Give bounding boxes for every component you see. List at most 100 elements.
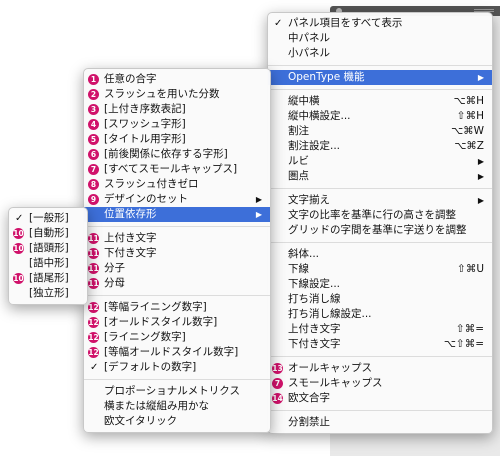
menu-item-default-figures[interactable]: ✓ [デフォルトの数字]	[84, 360, 270, 375]
menu-item-contextual[interactable]: 6 [前後関係に依存する字形]	[84, 147, 270, 162]
check-icon: ✓	[90, 362, 99, 373]
shortcut: ⌥⇧⌘=	[443, 338, 484, 350]
number-badge: 5	[88, 134, 99, 145]
menu-item-medium-panel[interactable]: 中パネル	[268, 31, 492, 46]
menu-item-final-form[interactable]: 10 [語尾形]	[9, 271, 87, 286]
menu-item-small-panel[interactable]: 小パネル	[268, 46, 492, 61]
menu-item-general-form[interactable]: ✓ [一般形]	[9, 211, 87, 226]
shortcut: ⇧⌘U	[457, 263, 484, 275]
menu-item-numerator[interactable]: 11 分子	[84, 261, 270, 276]
opentype-submenu: 1 任意の合字 2 スラッシュを用いた分数 3 [上付き序数表記] 4 [スワッシュ字形…	[83, 68, 271, 433]
menu-item-line-height-ratio[interactable]: 文字の比率を基準に行の高さを調整	[268, 208, 492, 223]
menu-item-slashed-zero[interactable]: 8 スラッシュ付きゼロ	[84, 177, 270, 192]
menu-item-superior[interactable]: 11 上付き文字	[84, 231, 270, 246]
number-badge: 10	[13, 228, 24, 239]
number-badge: 7	[272, 378, 283, 389]
number-badge: 12	[88, 347, 99, 358]
menu-item-tabular-oldstyle[interactable]: 12 [等幅オールドスタイル数字]	[84, 345, 270, 360]
menu-item-strikethrough-settings[interactable]: 打ち消し線設定...	[268, 307, 492, 322]
check-icon: ✓	[274, 18, 283, 29]
menu-item-grid-spacing[interactable]: グリッドの字間を基準に字送りを調整	[268, 223, 492, 238]
menu-item-italic[interactable]: 斜体...	[268, 247, 492, 262]
menu-item-underline[interactable]: 下線 ⇧⌘U	[268, 262, 492, 277]
number-badge: 13	[272, 363, 283, 374]
menu-item-kenten[interactable]: 圏点 ▶	[268, 169, 492, 184]
menu-item-no-break[interactable]: 分割禁止	[268, 415, 492, 430]
menu-item-auto-form[interactable]: 10 [自動形]	[9, 226, 87, 241]
menu-item-fractions[interactable]: 2 スラッシュを用いた分数	[84, 87, 270, 102]
number-badge: 11	[88, 233, 99, 244]
separator	[268, 89, 492, 90]
menu-item-ordinals[interactable]: 3 [上付き序数表記]	[84, 102, 270, 117]
number-badge: 12	[88, 332, 99, 343]
menu-item-subscript[interactable]: 下付き文字 ⌥⇧⌘=	[268, 337, 492, 352]
shortcut: ⌥⌘W	[451, 125, 484, 137]
number-badge: 2	[88, 89, 99, 100]
separator	[268, 356, 492, 357]
positional-forms-submenu: ✓ [一般形] 10 [自動形] 10 [語頭形] [語中形] 10 [語尾形] [独立…	[8, 207, 88, 305]
submenu-arrow-icon: ▶	[255, 195, 262, 204]
submenu-arrow-icon: ▶	[255, 210, 262, 219]
number-badge: 10	[13, 243, 24, 254]
menu-item-medial-form[interactable]: [語中形]	[9, 256, 87, 271]
menu-item-tatechuyoko-settings[interactable]: 縦中横設定... ⇧⌘H	[268, 109, 492, 124]
menu-item-discretionary-ligatures[interactable]: 1 任意の合字	[84, 72, 270, 87]
menu-item-initial-form[interactable]: 10 [語頭形]	[9, 241, 87, 256]
panel-menu: ✓ パネル項目をすべて表示 中パネル 小パネル OpenType 機能 ▶ 縦中横 ⌥…	[267, 12, 493, 434]
menu-item-proportional-metrics[interactable]: プロポーショナルメトリクス	[84, 384, 270, 399]
menu-item-vertical-kana[interactable]: 横または縦組み用かな	[84, 399, 270, 414]
shortcut: ⇧⌘H	[456, 110, 484, 122]
menu-item-alignment[interactable]: 文字揃え ▶	[268, 193, 492, 208]
number-badge: 4	[88, 119, 99, 130]
number-badge: 12	[88, 317, 99, 328]
menu-item-titling[interactable]: 5 [タイトル用字形]	[84, 132, 270, 147]
separator	[84, 226, 270, 227]
number-badge: 3	[88, 104, 99, 115]
menu-item-small-caps[interactable]: 7 スモールキャップス	[268, 376, 492, 391]
menu-item-roman-italics[interactable]: 欧文イタリック	[84, 414, 270, 429]
number-badge: 1	[88, 74, 99, 85]
number-badge: 8	[88, 179, 99, 190]
separator	[268, 188, 492, 189]
menu-item-positional-forms[interactable]: 位置依存形 ▶	[84, 207, 270, 222]
menu-item-warichu[interactable]: 割注 ⌥⌘W	[268, 124, 492, 139]
menu-item-tabular-lining[interactable]: 12 [等幅ライニング数字]	[84, 300, 270, 315]
menu-item-opentype[interactable]: OpenType 機能 ▶	[268, 70, 492, 85]
menu-item-oldstyle[interactable]: 12 [オールドスタイル数字]	[84, 315, 270, 330]
menu-item-all-caps[interactable]: 13 オールキャップス	[268, 361, 492, 376]
submenu-arrow-icon: ▶	[477, 196, 484, 205]
submenu-arrow-icon: ▶	[477, 172, 484, 181]
shortcut: ⇧⌘=	[455, 323, 484, 335]
shortcut: ⌥⌘H	[453, 95, 485, 107]
submenu-arrow-icon: ▶	[477, 73, 484, 82]
number-badge: 11	[88, 278, 99, 289]
number-badge: 12	[88, 302, 99, 313]
menu-item-tatechuyoko[interactable]: 縦中横 ⌥⌘H	[268, 94, 492, 109]
number-badge: 7	[88, 164, 99, 175]
menu-item-show-all[interactable]: ✓ パネル項目をすべて表示	[268, 16, 492, 31]
menu-item-ligatures[interactable]: 14 欧文合字	[268, 391, 492, 406]
separator	[84, 379, 270, 380]
shortcut: ⌥⌘Z	[454, 140, 484, 152]
separator	[268, 65, 492, 66]
separator	[84, 295, 270, 296]
menu-item-stylistic-sets[interactable]: 9 デザインのセット ▶	[84, 192, 270, 207]
menu-item-ruby[interactable]: ルビ ▶	[268, 154, 492, 169]
menu-item-all-small-caps[interactable]: 7 [すべてスモールキャップス]	[84, 162, 270, 177]
menu-item-isolated-form[interactable]: [独立形]	[9, 286, 87, 301]
menu-item-superscript[interactable]: 上付き文字 ⇧⌘=	[268, 322, 492, 337]
menu-item-swash[interactable]: 4 [スワッシュ字形]	[84, 117, 270, 132]
number-badge: 9	[88, 194, 99, 205]
number-badge: 6	[88, 149, 99, 160]
menu-item-strikethrough[interactable]: 打ち消し線	[268, 292, 492, 307]
menu-item-denominator[interactable]: 11 分母	[84, 276, 270, 291]
number-badge: 10	[13, 273, 24, 284]
menu-item-underline-settings[interactable]: 下線設定...	[268, 277, 492, 292]
number-badge: 14	[272, 393, 283, 404]
menu-item-lining[interactable]: 12 [ライニング数字]	[84, 330, 270, 345]
separator	[268, 242, 492, 243]
check-icon: ✓	[15, 213, 24, 224]
menu-item-warichu-settings[interactable]: 割注設定... ⌥⌘Z	[268, 139, 492, 154]
separator	[268, 410, 492, 411]
menu-item-inferior[interactable]: 11 下付き文字	[84, 246, 270, 261]
